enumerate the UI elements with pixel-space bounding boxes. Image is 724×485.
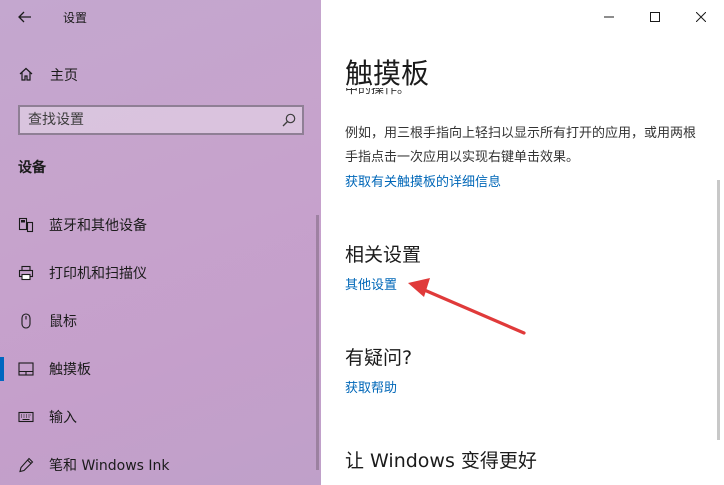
- minimize-icon: [604, 16, 614, 18]
- main-scrollbar[interactable]: [717, 180, 720, 440]
- related-settings-heading: 相关设置: [345, 244, 422, 266]
- question-heading: 有疑问?: [345, 347, 413, 369]
- minimize-button[interactable]: [586, 0, 632, 34]
- printer-icon: [18, 265, 34, 281]
- sidebar-item-label: 打印机和扫描仪: [49, 266, 147, 282]
- sidebar-item-label: 笔和 Windows Ink: [49, 458, 170, 474]
- sidebar-item-label: 鼠标: [49, 314, 77, 330]
- touchpad-icon: [18, 362, 34, 376]
- close-icon: [696, 12, 706, 22]
- close-button[interactable]: [678, 0, 724, 34]
- app-title: 设置: [63, 11, 88, 25]
- sidebar-item-mouse[interactable]: 鼠标: [0, 301, 321, 341]
- clipped-text: 中的操作。: [345, 88, 411, 97]
- sidebar-item-label: 触摸板: [49, 362, 91, 378]
- annotation-arrow-icon: [408, 278, 526, 335]
- sidebar-item-touchpad[interactable]: 触摸板: [0, 349, 321, 389]
- back-arrow-icon: [18, 11, 31, 23]
- section-title: 设备: [18, 160, 46, 176]
- sidebar-item-pen[interactable]: 笔和 Windows Ink: [0, 445, 321, 485]
- make-windows-better-heading: 让 Windows 变得更好: [345, 450, 537, 472]
- search-icon[interactable]: [282, 113, 296, 127]
- sidebar-item-typing[interactable]: 输入: [0, 397, 321, 437]
- get-help-link[interactable]: 获取帮助: [345, 377, 397, 396]
- sidebar-item-printers[interactable]: 打印机和扫描仪: [0, 253, 321, 293]
- sidebar-item-home[interactable]: 主页: [0, 58, 321, 90]
- page-title: 触摸板: [345, 57, 430, 90]
- active-indicator: [0, 357, 4, 381]
- window-controls: [586, 0, 724, 34]
- mouse-icon: [21, 313, 31, 329]
- search-box[interactable]: [18, 105, 304, 135]
- keyboard-icon: [18, 411, 34, 423]
- other-settings-link[interactable]: 其他设置: [345, 274, 397, 293]
- maximize-button[interactable]: [632, 0, 678, 34]
- touchpad-details-link[interactable]: 获取有关触摸板的详细信息: [345, 171, 501, 190]
- sidebar-item-label: 蓝牙和其他设备: [49, 218, 147, 234]
- home-icon: [19, 67, 33, 81]
- sidebar-item-bluetooth[interactable]: 蓝牙和其他设备: [0, 205, 321, 245]
- touchpad-description: 例如，用三根手指向上轻扫以显示所有打开的应用，或用两根手指点击一次应用以实现右键…: [345, 126, 697, 165]
- bluetooth-devices-icon: [18, 217, 34, 233]
- main-content: 触摸板 中的操作。 例如，用三根手指向上轻扫以显示所有打开的应用，或用两根手指点…: [321, 0, 724, 485]
- maximize-icon: [650, 12, 660, 22]
- sidebar-item-label: 输入: [49, 410, 77, 426]
- pen-icon: [19, 457, 34, 473]
- sidebar-scrollbar[interactable]: [316, 215, 319, 470]
- search-input[interactable]: [20, 107, 270, 133]
- title-bar: 设置: [0, 0, 321, 34]
- back-button[interactable]: [10, 4, 40, 30]
- sidebar-item-label: 主页: [50, 68, 78, 84]
- sidebar: 设置 主页 设备 蓝牙和其他设备 打印机和扫描仪: [0, 0, 321, 485]
